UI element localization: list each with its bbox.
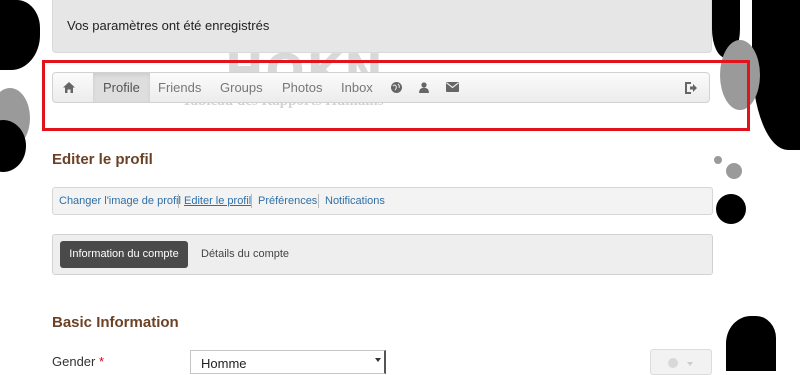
subnav-divider	[318, 194, 319, 208]
account-tabs: Information du compte Détails du compte	[52, 234, 713, 275]
required-marker: *	[99, 354, 105, 369]
tab-account-details[interactable]: Détails du compte	[201, 241, 289, 268]
subnav-notifications-link[interactable]: Notifications	[325, 195, 385, 207]
navbar-highlight-box	[42, 60, 750, 131]
alert-message: Vos paramètres ont été enregistrés	[67, 18, 270, 33]
gender-select[interactable]: Homme	[190, 350, 386, 374]
gender-label-text: Gender	[52, 354, 96, 369]
subnav-edit-profile-link[interactable]: Editer le profil	[184, 195, 251, 207]
subnav-divider	[251, 194, 252, 208]
page-title: Editer le profil	[52, 151, 153, 168]
globe-icon	[668, 358, 678, 368]
profile-subnav: Changer l'image de profil Editer le prof…	[52, 187, 713, 215]
gender-label: Gender *	[52, 354, 104, 369]
gender-select-value: Homme	[201, 356, 247, 371]
section-title: Basic Information	[52, 314, 179, 331]
chevron-down-icon	[687, 362, 693, 366]
tab-account-information[interactable]: Information du compte	[60, 241, 188, 268]
privacy-dropdown-button[interactable]	[650, 349, 712, 375]
subnav-divider	[178, 194, 179, 208]
subnav-preferences-link[interactable]: Préférences	[258, 195, 317, 207]
subnav-change-picture-link[interactable]: Changer l'image de profil	[59, 195, 181, 207]
chevron-down-icon	[375, 358, 381, 362]
